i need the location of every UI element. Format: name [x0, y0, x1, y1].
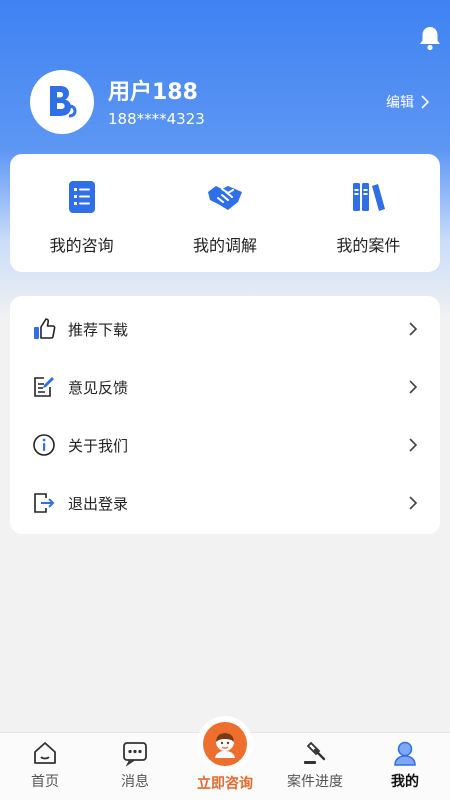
- chevron-right-icon: [409, 380, 418, 394]
- tab-label: 我的: [391, 774, 419, 790]
- menu-item-label: 退出登录: [68, 494, 129, 513]
- avatar[interactable]: [30, 70, 94, 134]
- user-profile: 用户188 188****4323 编辑: [30, 70, 430, 134]
- tab-label: 案件进度: [287, 774, 343, 790]
- menu-item-label: 推荐下载: [68, 320, 129, 339]
- home-icon: [34, 742, 56, 764]
- menu-item-label: 关于我们: [68, 436, 129, 455]
- tab-home[interactable]: 首页: [0, 733, 90, 800]
- consultant-icon: [203, 722, 247, 766]
- notification-bell-icon[interactable]: [416, 24, 444, 52]
- tab-label: 消息: [121, 774, 149, 790]
- info-icon: [32, 433, 56, 457]
- thumbs-up-icon: [32, 317, 56, 341]
- my-cases-button[interactable]: 我的案件: [297, 154, 440, 272]
- edit-profile-button[interactable]: 编辑: [386, 92, 430, 112]
- quick-action-label: 我的案件: [336, 236, 401, 255]
- chevron-right-icon: [421, 95, 430, 109]
- tab-label: 首页: [31, 774, 59, 790]
- tab-messages[interactable]: 消息: [90, 733, 180, 800]
- phone-number: 188****4323: [108, 110, 205, 128]
- username: 用户188: [108, 80, 198, 105]
- chevron-right-icon: [409, 438, 418, 452]
- chevron-right-icon: [409, 322, 418, 336]
- menu-item-about-us[interactable]: 关于我们: [10, 416, 440, 474]
- tab-label: 立即咨询: [197, 776, 253, 792]
- gavel-icon: [304, 741, 326, 764]
- menu-item-feedback[interactable]: 意见反馈: [10, 358, 440, 416]
- profile-icon: [394, 741, 416, 766]
- consult-now-button[interactable]: [197, 716, 253, 772]
- feedback-edit-icon: [32, 375, 56, 399]
- quick-action-label: 我的调解: [192, 236, 257, 255]
- document-list-icon: [68, 181, 95, 213]
- menu-item-label: 意见反馈: [68, 378, 129, 397]
- message-icon: [123, 742, 147, 767]
- edit-label: 编辑: [386, 95, 414, 111]
- menu-item-recommend-download[interactable]: 推荐下载: [10, 300, 440, 358]
- app-logo-icon: [50, 86, 77, 118]
- my-consultation-button[interactable]: 我的咨询: [10, 154, 153, 272]
- menu-item-logout[interactable]: 退出登录: [10, 474, 440, 532]
- handshake-icon: [207, 186, 242, 210]
- tab-profile[interactable]: 我的: [360, 733, 450, 800]
- quick-action-label: 我的咨询: [49, 236, 114, 255]
- tab-case-progress[interactable]: 案件进度: [270, 733, 360, 800]
- quick-actions-card: 我的咨询 我的调解 我的案件: [10, 154, 440, 272]
- logout-icon: [32, 491, 56, 515]
- chevron-right-icon: [409, 496, 418, 510]
- my-mediation-button[interactable]: 我的调解: [153, 154, 296, 272]
- settings-menu-card: 推荐下载 意见反馈 关于我们 退出登录: [10, 296, 440, 534]
- books-icon: [353, 183, 386, 211]
